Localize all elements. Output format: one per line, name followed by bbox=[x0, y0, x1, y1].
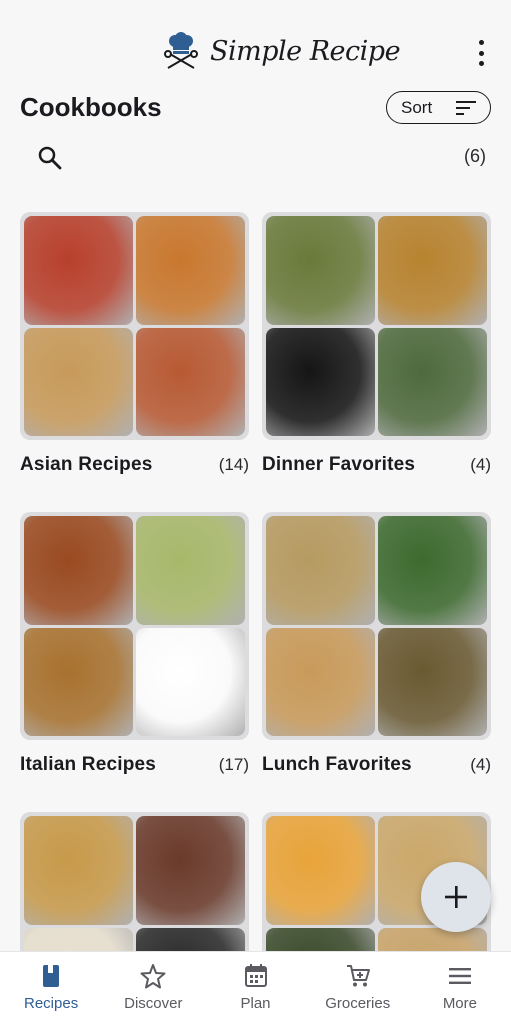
recipe-thumbnail bbox=[266, 516, 375, 625]
recipe-thumbnail bbox=[378, 327, 487, 436]
nav-item-recipes[interactable]: Recipes bbox=[0, 952, 102, 1024]
cookbook-thumbnail-grid bbox=[262, 512, 491, 740]
recipe-thumbnail bbox=[378, 516, 487, 625]
nav-item-discover[interactable]: Discover bbox=[102, 952, 204, 1024]
nav-item-groceries[interactable]: Groceries bbox=[307, 952, 409, 1024]
sort-icon bbox=[456, 100, 476, 115]
star-icon bbox=[140, 964, 166, 989]
recipe-thumbnail bbox=[378, 627, 487, 736]
bottom-navigation: Recipes Discover Plan Groceries More bbox=[0, 951, 511, 1024]
recipe-thumbnail bbox=[24, 516, 133, 625]
cookbook-count: (6) bbox=[464, 146, 486, 166]
sort-label: Sort bbox=[401, 97, 433, 117]
recipe-thumbnail bbox=[24, 327, 133, 436]
calendar-icon bbox=[244, 964, 267, 987]
recipe-thumbnail bbox=[136, 327, 245, 436]
recipe-thumbnail bbox=[136, 627, 245, 736]
nav-label: Plan bbox=[240, 995, 271, 1012]
cookbook-thumbnail-grid bbox=[20, 512, 249, 740]
cookbook-recipe-count: (14) bbox=[218, 455, 249, 474]
cookbook-card[interactable]: Lunch Favorites (4) bbox=[262, 512, 491, 776]
cookbook-card[interactable]: Dinner Favorites (4) bbox=[262, 212, 491, 476]
cookbook-thumbnail-grid bbox=[262, 212, 491, 440]
recipe-thumbnail bbox=[266, 816, 375, 925]
cookbook-name: Asian Recipes bbox=[20, 454, 153, 475]
page-title: Cookbooks bbox=[20, 92, 162, 122]
cookbook-name: Dinner Favorites bbox=[262, 454, 416, 475]
sort-button[interactable]: Sort bbox=[386, 91, 491, 124]
recipe-thumbnail bbox=[24, 627, 133, 736]
recipe-thumbnail bbox=[136, 516, 245, 625]
add-cookbook-button[interactable] bbox=[421, 862, 491, 932]
recipe-thumbnail bbox=[136, 816, 245, 925]
recipe-thumbnail bbox=[24, 816, 133, 925]
plus-icon bbox=[445, 886, 467, 908]
recipe-thumbnail bbox=[266, 216, 375, 325]
recipe-thumbnail bbox=[136, 216, 245, 325]
nav-label: Discover bbox=[124, 995, 183, 1012]
recipe-thumbnail bbox=[266, 327, 375, 436]
hamburger-icon bbox=[448, 968, 471, 984]
recipe-thumbnail bbox=[24, 216, 133, 325]
top-bar: Simple Recipe bbox=[0, 0, 511, 90]
nav-item-plan[interactable]: Plan bbox=[204, 952, 306, 1024]
cart-icon bbox=[346, 965, 370, 987]
cookbook-recipe-count: (17) bbox=[218, 755, 249, 774]
cookbook-recipe-count: (4) bbox=[470, 755, 491, 774]
cookbook-thumbnail-grid bbox=[20, 212, 249, 440]
cookbook-name: Italian Recipes bbox=[20, 754, 157, 775]
recipe-thumbnail bbox=[266, 627, 375, 736]
app-logo: Simple Recipe bbox=[162, 32, 401, 70]
overflow-menu-icon[interactable] bbox=[476, 40, 486, 66]
cookbook-name: Lunch Favorites bbox=[262, 754, 412, 775]
nav-label: More bbox=[442, 995, 477, 1012]
cookbook-recipe-count: (4) bbox=[470, 455, 491, 474]
cookbook-card[interactable]: Italian Recipes (17) bbox=[20, 512, 249, 776]
nav-label: Groceries bbox=[325, 995, 391, 1012]
nav-label: Recipes bbox=[24, 995, 79, 1012]
chef-hat-icon bbox=[164, 32, 198, 69]
logo-text: Simple Recipe bbox=[210, 35, 401, 67]
search-icon[interactable] bbox=[36, 144, 64, 172]
book-icon bbox=[43, 965, 60, 987]
nav-item-more[interactable]: More bbox=[409, 952, 511, 1024]
cookbook-card[interactable]: Asian Recipes (14) bbox=[20, 212, 249, 476]
recipe-thumbnail bbox=[378, 216, 487, 325]
